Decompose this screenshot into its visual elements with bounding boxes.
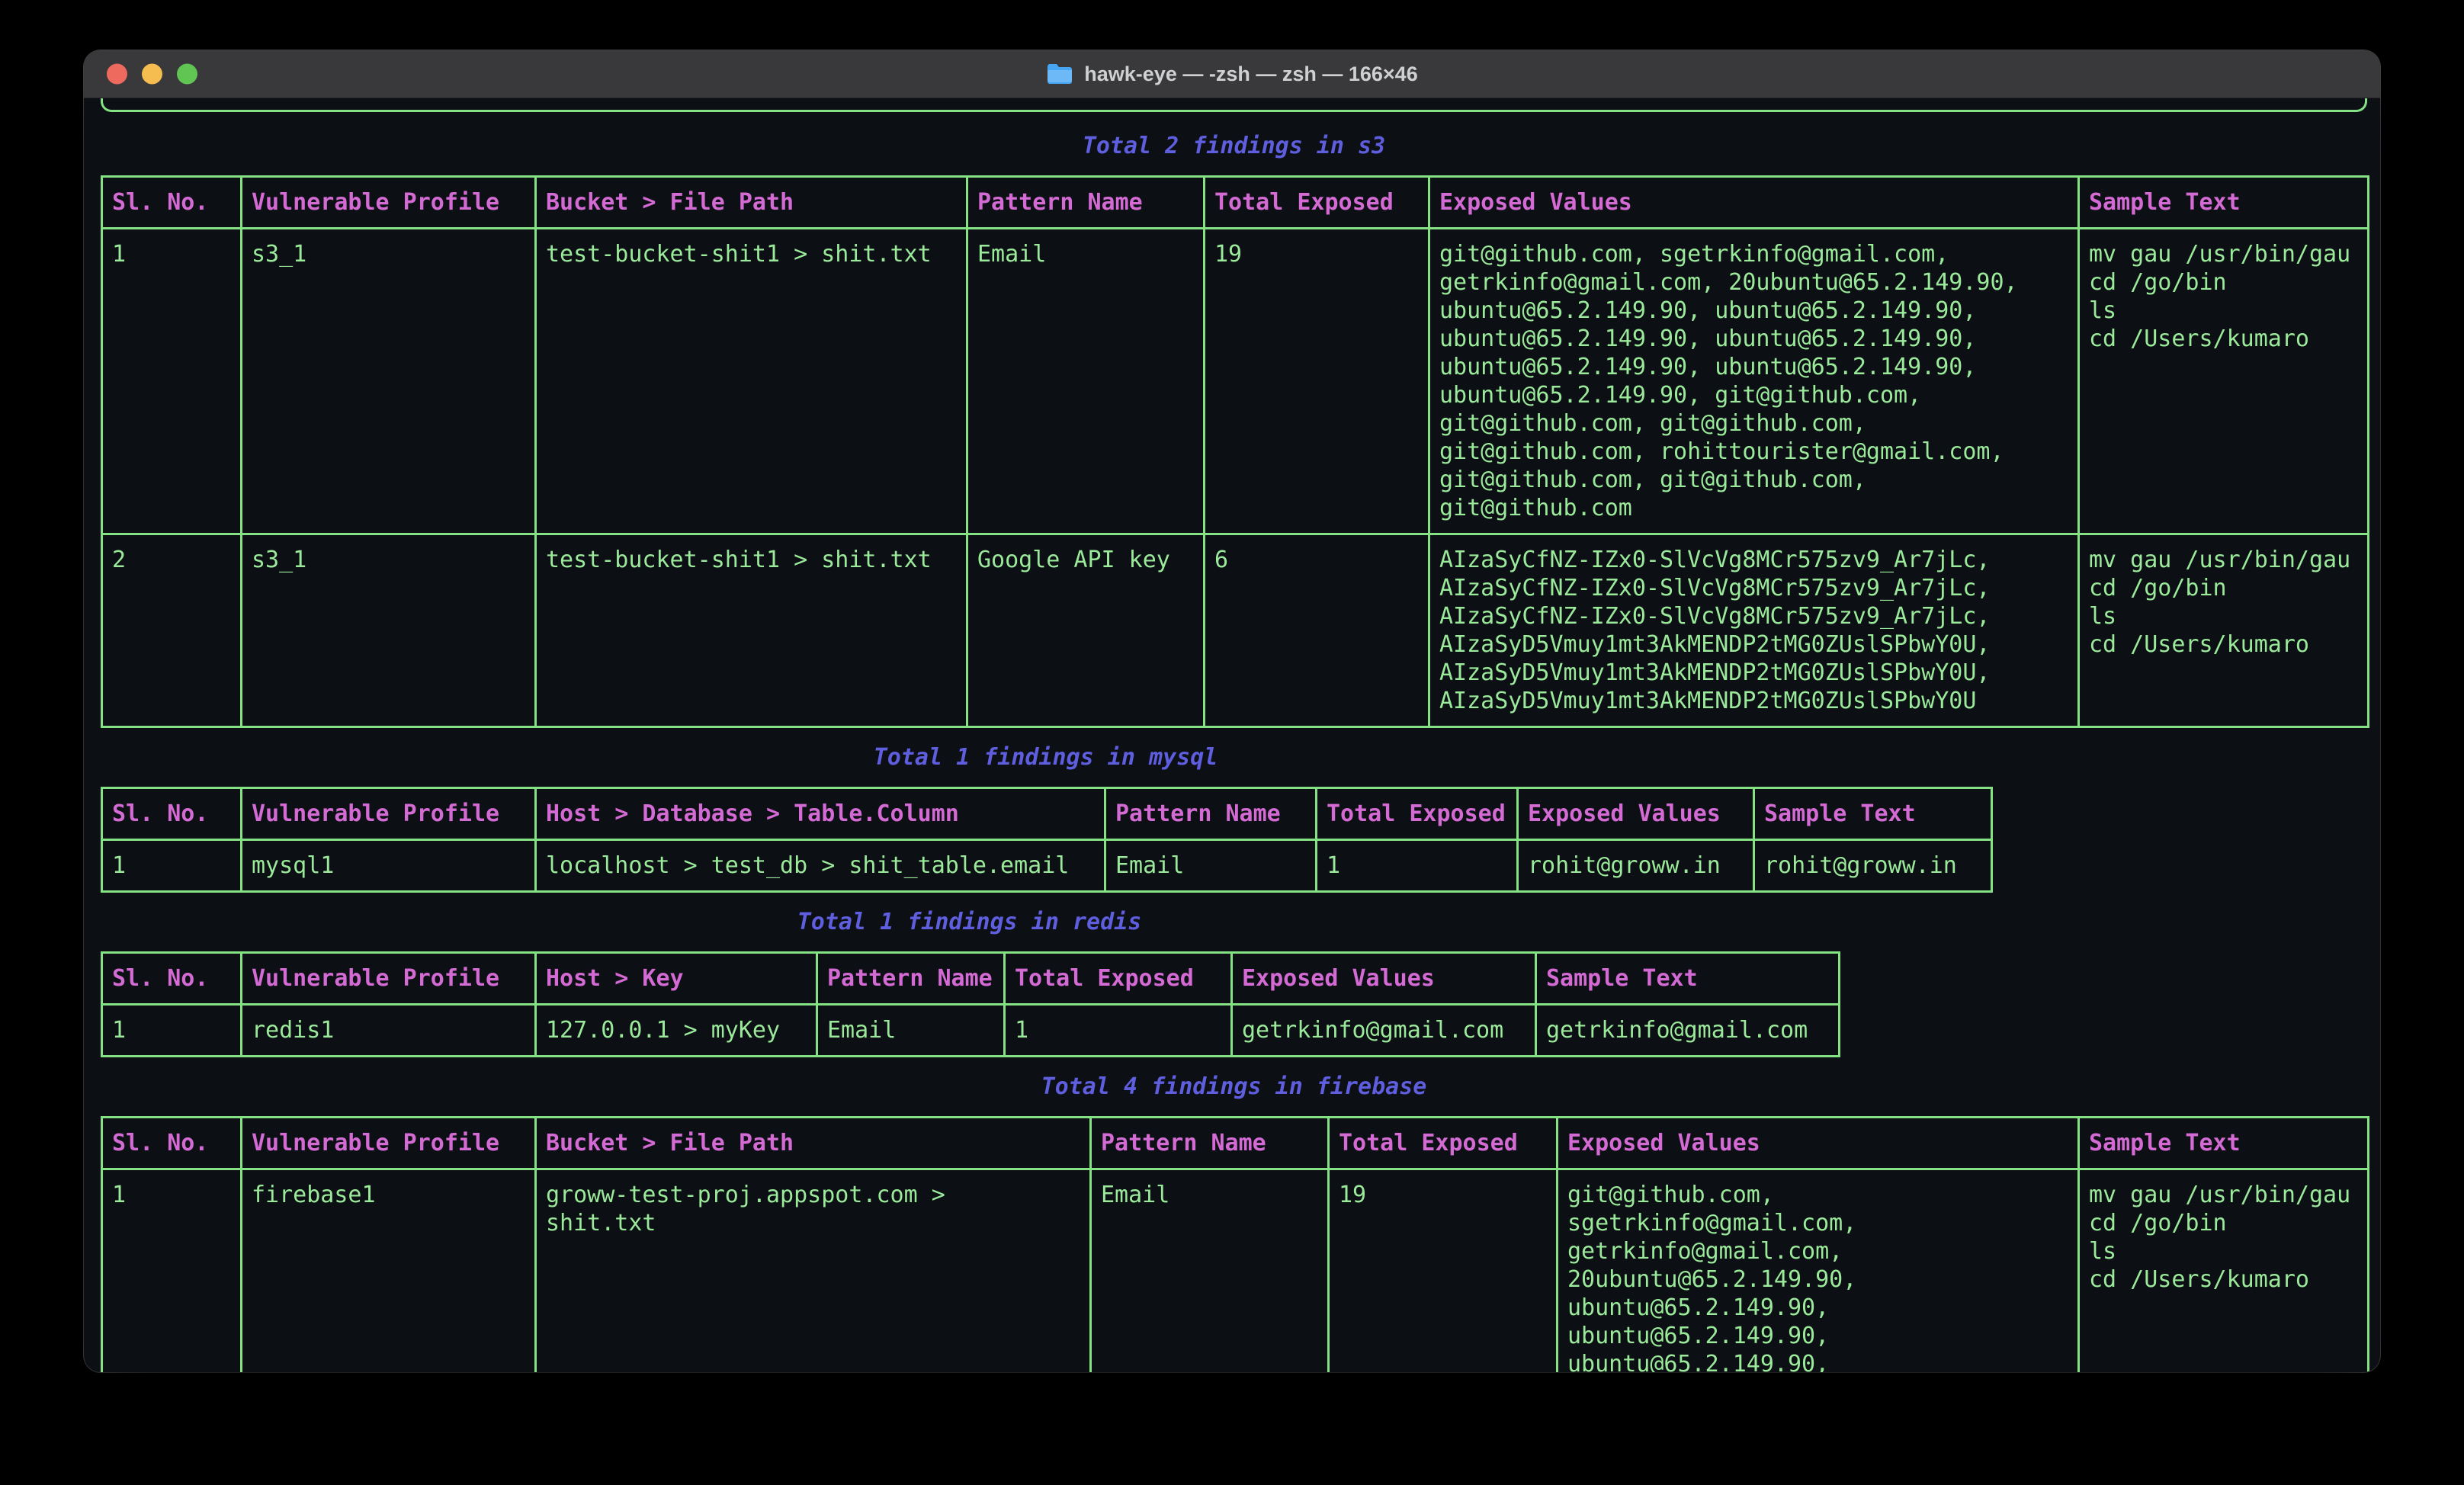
table-cell: 1: [1005, 1005, 1232, 1057]
table-cell: firebase1: [242, 1169, 536, 1373]
header-cell: Vulnerable Profile: [242, 1118, 536, 1169]
header-cell: Exposed Values: [1232, 953, 1536, 1005]
section-title-mysql: Total 1 findings in mysql: [101, 743, 1991, 771]
table-cell: git@github.com, sgetrkinfo@gmail.com, ge…: [1558, 1169, 2079, 1373]
findings-sections: Total 2 findings in s3Sl. No.Vulnerable …: [101, 132, 2363, 1372]
table-cell: Email: [967, 229, 1205, 534]
header-cell: Host > Key: [536, 953, 817, 1005]
table-cell: 127.0.0.1 > myKey: [536, 1005, 817, 1057]
table-cell: mv gau /usr/bin/gau cd /go/bin ls cd /Us…: [2079, 534, 2369, 727]
table-cell: git@github.com, sgetrkinfo@gmail.com, ge…: [1429, 229, 2079, 534]
header-cell: Sample Text: [2079, 177, 2369, 229]
header-cell: Sample Text: [2079, 1118, 2369, 1169]
table-row: 1s3_1test-bucket-shit1 > shit.txtEmail19…: [102, 229, 2369, 534]
table-cell: localhost > test_db > shit_table.email: [536, 840, 1105, 892]
header-cell: Vulnerable Profile: [242, 788, 536, 840]
table-cell: mv gau /usr/bin/gau cd /go/bin ls cd /Us…: [2079, 1169, 2369, 1373]
terminal-window: hawk-eye — -zsh — zsh — 166×46 Total 2 f…: [84, 50, 2380, 1372]
table-cell: 19: [1205, 229, 1429, 534]
header-cell: Total Exposed: [1317, 788, 1518, 840]
table-cell: s3_1: [242, 229, 536, 534]
header-cell: Sample Text: [1754, 788, 1992, 840]
header-cell: Total Exposed: [1329, 1118, 1558, 1169]
table-cell: 1: [102, 229, 242, 534]
header-row: Sl. No.Vulnerable ProfileHost > KeyPatte…: [102, 953, 1840, 1005]
table-row: 1mysql1localhost > test_db > shit_table.…: [102, 840, 1992, 892]
table-cell: getrkinfo@gmail.com: [1232, 1005, 1536, 1057]
table-cell: AIzaSyCfNZ-IZx0-SlVcVg8MCr575zv9_Ar7jLc,…: [1429, 534, 2079, 727]
header-cell: Pattern Name: [817, 953, 1005, 1005]
table-cell: s3_1: [242, 534, 536, 727]
header-cell: Vulnerable Profile: [242, 177, 536, 229]
header-cell: Sample Text: [1536, 953, 1840, 1005]
minimize-button[interactable]: [142, 64, 162, 85]
findings-table-firebase: Sl. No.Vulnerable ProfileBucket > File P…: [101, 1116, 2369, 1372]
terminal-body: Total 2 findings in s3Sl. No.Vulnerable …: [84, 98, 2380, 1372]
header-cell: Sl. No.: [102, 953, 242, 1005]
header-cell: Sl. No.: [102, 177, 242, 229]
findings-table-s3: Sl. No.Vulnerable ProfileBucket > File P…: [101, 175, 2369, 728]
zoom-button[interactable]: [177, 64, 197, 85]
traffic-lights: [107, 64, 197, 85]
header-cell: Pattern Name: [1091, 1118, 1329, 1169]
header-cell: Total Exposed: [1005, 953, 1232, 1005]
table-cell: test-bucket-shit1 > shit.txt: [536, 534, 967, 727]
findings-table-redis: Sl. No.Vulnerable ProfileHost > KeyPatte…: [101, 951, 1840, 1057]
header-cell: Exposed Values: [1518, 788, 1754, 840]
window-title: hawk-eye — -zsh — zsh — 166×46: [1084, 63, 1417, 86]
header-cell: Total Exposed: [1205, 177, 1429, 229]
table-cell: Email: [1091, 1169, 1329, 1373]
header-cell: Pattern Name: [1105, 788, 1317, 840]
table-cell: 2: [102, 534, 242, 727]
header-cell: Sl. No.: [102, 788, 242, 840]
table-row: 2s3_1test-bucket-shit1 > shit.txtGoogle …: [102, 534, 2369, 727]
findings-section-s3: Total 2 findings in s3 Sl. No.Vulnerable …: [101, 132, 2367, 728]
table-cell: groww-test-proj.appspot.com > shit.txt: [536, 1169, 1091, 1373]
close-button[interactable]: [107, 64, 127, 85]
previous-table-bottom-edge: [101, 98, 2367, 112]
header-cell: Exposed Values: [1429, 177, 2079, 229]
findings-table-mysql: Sl. No.Vulnerable ProfileHost > Database…: [101, 787, 1993, 893]
section-title-firebase: Total 4 findings in firebase: [101, 1073, 2367, 1101]
header-cell: Exposed Values: [1558, 1118, 2079, 1169]
header-row: Sl. No.Vulnerable ProfileBucket > File P…: [102, 1118, 2369, 1169]
table-cell: Google API key: [967, 534, 1205, 727]
table-row: 1redis1127.0.0.1 > myKeyEmail1getrkinfo@…: [102, 1005, 1840, 1057]
header-cell: Sl. No.: [102, 1118, 242, 1169]
header-row: Sl. No.Vulnerable ProfileBucket > File P…: [102, 177, 2369, 229]
folder-icon: [1046, 63, 1073, 85]
header-cell: Vulnerable Profile: [242, 953, 536, 1005]
table-cell: 1: [102, 1005, 242, 1057]
table-cell: 1: [102, 1169, 242, 1373]
table-cell: mysql1: [242, 840, 536, 892]
section-title-redis: Total 1 findings in redis: [101, 908, 1838, 936]
table-cell: mv gau /usr/bin/gau cd /go/bin ls cd /Us…: [2079, 229, 2369, 534]
table-cell: 6: [1205, 534, 1429, 727]
table-cell: Email: [1105, 840, 1317, 892]
header-cell: Pattern Name: [967, 177, 1205, 229]
table-cell: 19: [1329, 1169, 1558, 1373]
header-cell: Host > Database > Table.Column: [536, 788, 1105, 840]
section-title-s3: Total 2 findings in s3: [101, 132, 2367, 160]
table-cell: 1: [1317, 840, 1518, 892]
table-cell: test-bucket-shit1 > shit.txt: [536, 229, 967, 534]
findings-section-mysql: Total 1 findings in mysql Sl. No.Vulnerab…: [101, 743, 1991, 893]
table-row: 1firebase1groww-test-proj.appspot.com > …: [102, 1169, 2369, 1373]
header-cell: Bucket > File Path: [536, 177, 967, 229]
table-cell: 1: [102, 840, 242, 892]
window-titlebar[interactable]: hawk-eye — -zsh — zsh — 166×46: [84, 50, 2380, 98]
header-row: Sl. No.Vulnerable ProfileHost > Database…: [102, 788, 1992, 840]
findings-section-firebase: Total 4 findings in firebase Sl. No.Vulne…: [101, 1073, 2367, 1372]
table-cell: rohit@groww.in: [1754, 840, 1992, 892]
table-cell: redis1: [242, 1005, 536, 1057]
header-cell: Bucket > File Path: [536, 1118, 1091, 1169]
findings-section-redis: Total 1 findings in redis Sl. No.Vulnerab…: [101, 908, 1838, 1057]
table-cell: getrkinfo@gmail.com: [1536, 1005, 1840, 1057]
window-title-area: hawk-eye — -zsh — zsh — 166×46: [1046, 63, 1417, 86]
table-cell: rohit@groww.in: [1518, 840, 1754, 892]
table-cell: Email: [817, 1005, 1005, 1057]
